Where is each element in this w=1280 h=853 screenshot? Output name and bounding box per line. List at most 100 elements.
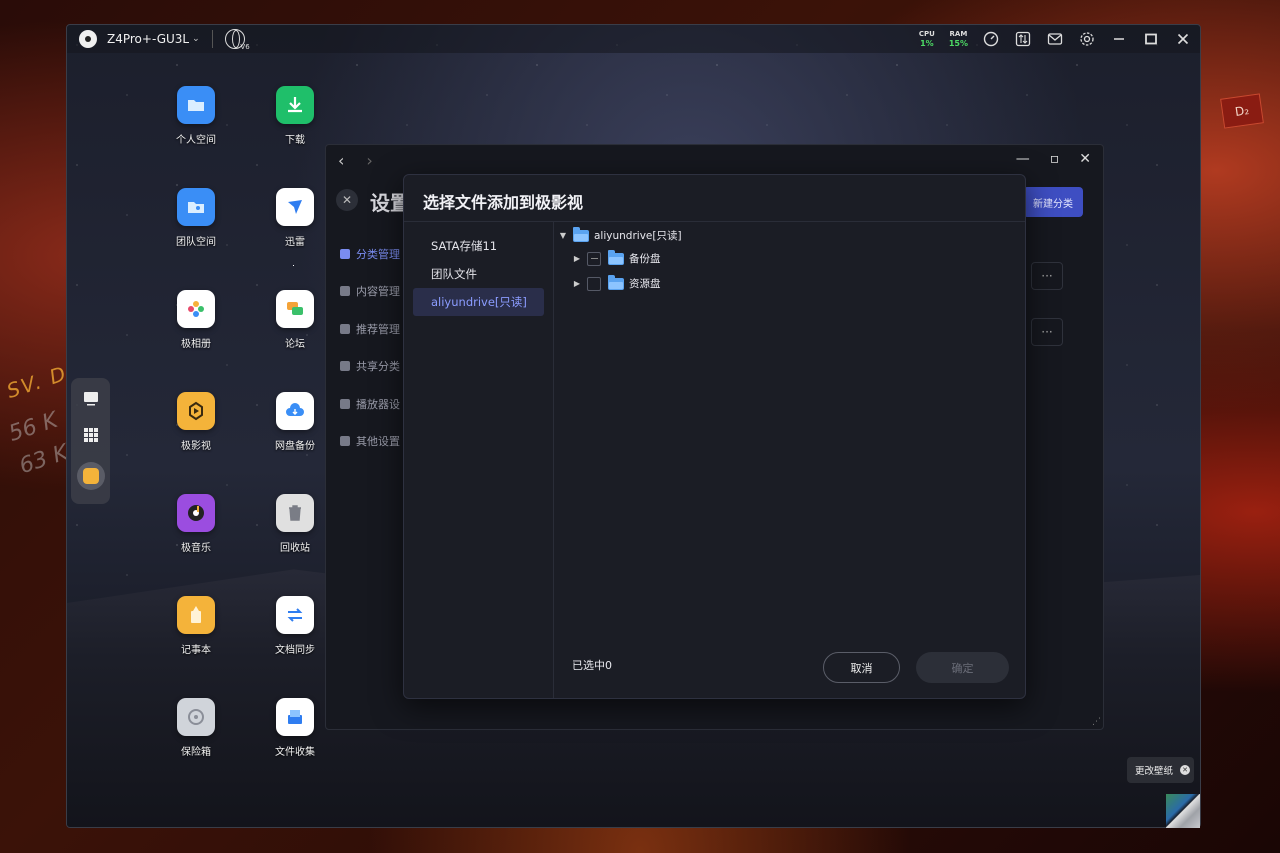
menu-label: 内容管理 bbox=[356, 285, 400, 299]
app-thunder[interactable]: 迅雷 bbox=[260, 188, 330, 248]
file-tree: ▼ aliyundrive[只读] ▶ 备份盘 ▶ 资源盘 已选中0 取消 确定 bbox=[555, 222, 1025, 698]
topbar-right-group: CPU 1% RAM 15% bbox=[919, 30, 1192, 48]
minimize-icon[interactable] bbox=[1110, 30, 1128, 48]
checkbox-indeterminate[interactable] bbox=[587, 251, 601, 266]
history-nav: ‹ › bbox=[338, 151, 373, 170]
download-icon bbox=[276, 86, 314, 124]
source-item-team-files[interactable]: 团队文件 bbox=[413, 260, 544, 288]
forum-icon bbox=[276, 290, 314, 328]
app-label: 个人空间 bbox=[176, 135, 216, 146]
cancel-button[interactable]: 取消 bbox=[823, 652, 900, 683]
menu-share-category[interactable]: 共享分类 bbox=[340, 348, 400, 386]
app-photos[interactable]: 极相册 bbox=[161, 290, 231, 350]
page-curl-icon[interactable] bbox=[1166, 794, 1200, 828]
menu-player-settings[interactable]: 播放器设 bbox=[340, 385, 400, 423]
more-options-button[interactable]: ··· bbox=[1031, 318, 1063, 346]
gear-icon[interactable] bbox=[1078, 30, 1096, 48]
user-avatar[interactable] bbox=[79, 30, 97, 48]
tree-item-row[interactable]: ▶ 资源盘 bbox=[571, 274, 661, 291]
network-badge: V6 bbox=[240, 43, 250, 51]
menu-category-manage[interactable]: 分类管理 bbox=[340, 235, 400, 273]
app-label: 文件收集 bbox=[275, 747, 315, 758]
menu-recommend-manage[interactable]: 推荐管理 bbox=[340, 310, 400, 348]
change-wallpaper-tip[interactable]: 更改壁纸 ✕ bbox=[1127, 757, 1194, 783]
team-folder-icon bbox=[177, 188, 215, 226]
source-item-aliyundrive[interactable]: aliyundrive[只读] bbox=[413, 288, 544, 316]
app-file-collect[interactable]: 文件收集 bbox=[260, 698, 330, 758]
play-icon bbox=[340, 398, 350, 409]
top-bar: Z4Pro+-GU3L ⌄ V6 CPU 1% RAM 15% bbox=[67, 25, 1200, 53]
change-wallpaper-label: 更改壁纸 bbox=[1135, 766, 1174, 777]
resize-handle-icon[interactable]: ⋰ bbox=[1092, 717, 1101, 727]
menu-content-manage[interactable]: 内容管理 bbox=[340, 273, 400, 311]
tree-item-row[interactable]: ▶ 备份盘 bbox=[571, 249, 661, 266]
tree-item-label: 备份盘 bbox=[629, 253, 661, 265]
gauge-icon[interactable] bbox=[982, 30, 1000, 48]
share-icon bbox=[340, 361, 350, 372]
app-trash[interactable]: 回收站 bbox=[260, 494, 330, 554]
dialog-body: SATA存储11 团队文件 aliyundrive[只读] ▼ aliyundr… bbox=[404, 221, 1025, 698]
menu-label: 播放器设 bbox=[356, 397, 400, 411]
cloud-backup-icon bbox=[276, 392, 314, 430]
grid-icon[interactable] bbox=[80, 424, 102, 446]
app-cloud-backup[interactable]: 网盘备份 bbox=[260, 392, 330, 452]
mail-icon[interactable] bbox=[1046, 30, 1064, 48]
app-safe[interactable]: 保险箱 bbox=[161, 698, 231, 758]
app-personal-space[interactable]: 个人空间 bbox=[161, 86, 231, 146]
close-icon[interactable]: ✕ bbox=[1180, 765, 1191, 775]
maximize-icon[interactable] bbox=[1142, 30, 1160, 48]
caret-right-icon[interactable]: ▶ bbox=[571, 279, 583, 288]
app-doc-sync[interactable]: 文档同步 bbox=[260, 596, 330, 656]
maximize-icon[interactable]: ▫ bbox=[1050, 151, 1060, 167]
app-label: 回收站 bbox=[280, 543, 310, 554]
app-video[interactable]: 极影视 bbox=[161, 392, 231, 452]
source-list: SATA存储11 团队文件 aliyundrive[只读] bbox=[404, 222, 554, 698]
app-team-space[interactable]: 团队空间 bbox=[161, 188, 231, 248]
back-arrow-icon[interactable]: ‹ bbox=[338, 151, 344, 170]
menu-label: 分类管理 bbox=[356, 247, 400, 261]
ram-stat[interactable]: RAM 15% bbox=[949, 30, 968, 48]
minimize-icon[interactable]: — bbox=[1016, 151, 1030, 167]
cpu-stat[interactable]: CPU 1% bbox=[919, 30, 935, 48]
selected-count: 已选中0 bbox=[572, 659, 612, 672]
music-icon bbox=[177, 494, 215, 532]
caret-right-icon[interactable]: ▶ bbox=[571, 254, 583, 263]
video-app-dock-glyph bbox=[82, 468, 99, 484]
app-music[interactable]: 极音乐 bbox=[161, 494, 231, 554]
network-globe-icon[interactable]: V6 bbox=[224, 29, 250, 51]
close-icon[interactable] bbox=[1174, 30, 1192, 48]
tree-root-label: aliyundrive[只读] bbox=[594, 230, 682, 242]
menu-other-settings[interactable]: 其他设置 bbox=[340, 423, 400, 461]
app-download[interactable]: 下载 bbox=[260, 86, 330, 146]
device-name[interactable]: Z4Pro+-GU3L bbox=[107, 32, 189, 46]
tree-item-label: 资源盘 bbox=[629, 278, 661, 290]
close-circle-icon[interactable]: ✕ bbox=[336, 189, 358, 211]
app-label: 极音乐 bbox=[181, 543, 211, 554]
app-label: 文档同步 bbox=[275, 645, 315, 656]
file-collect-icon bbox=[276, 698, 314, 736]
confirm-button[interactable]: 确定 bbox=[916, 652, 1009, 683]
transfer-icon[interactable] bbox=[1014, 30, 1032, 48]
video-app-dock-icon[interactable] bbox=[76, 462, 105, 490]
more-options-button[interactable]: ··· bbox=[1031, 262, 1063, 290]
folder-icon bbox=[608, 274, 624, 290]
photos-icon bbox=[177, 290, 215, 328]
chevron-down-icon[interactable]: ⌄ bbox=[192, 34, 200, 44]
list-icon bbox=[340, 248, 350, 259]
app-label: 下载 bbox=[285, 135, 305, 146]
caret-down-icon[interactable]: ▼ bbox=[557, 231, 569, 240]
monitor-icon[interactable] bbox=[80, 388, 102, 410]
new-category-button[interactable]: 新建分类 bbox=[1023, 187, 1083, 217]
folder-icon bbox=[608, 249, 624, 265]
tree-root-row[interactable]: ▼ aliyundrive[只读] bbox=[557, 226, 682, 243]
thumb-icon bbox=[340, 323, 350, 334]
app-notepad[interactable]: 记事本 bbox=[161, 596, 231, 656]
close-icon[interactable]: ✕ bbox=[1079, 151, 1091, 167]
app-forum[interactable]: 论坛 bbox=[260, 290, 330, 350]
menu-label: 推荐管理 bbox=[356, 322, 400, 336]
forward-arrow-icon[interactable]: › bbox=[366, 151, 372, 170]
checkbox[interactable] bbox=[587, 276, 601, 291]
source-item-sata[interactable]: SATA存储11 bbox=[413, 232, 544, 260]
notepad-icon bbox=[177, 596, 215, 634]
side-dock bbox=[71, 378, 110, 504]
